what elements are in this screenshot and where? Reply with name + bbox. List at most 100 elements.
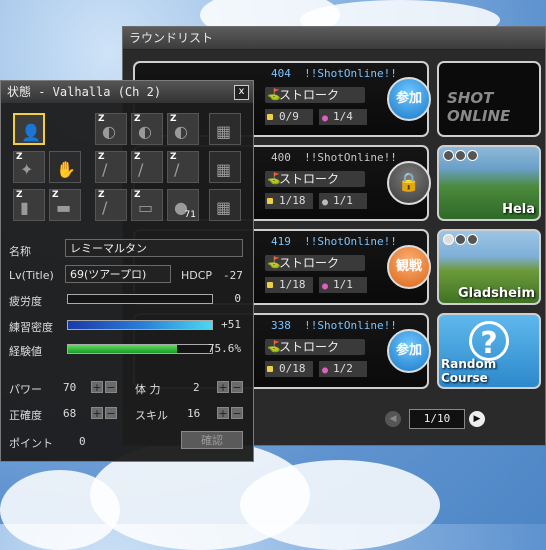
item-icon: ◐ <box>138 122 152 141</box>
hdcp-label: HDCP <box>181 269 213 282</box>
game-mode: ⛳ ストローク <box>265 87 365 103</box>
item-icon: ▦ <box>216 198 232 217</box>
item-icon: ▭ <box>138 198 154 217</box>
item-icon: 👤 <box>21 123 41 142</box>
practice-bar <box>67 320 213 330</box>
shot-online-logo: SHOT ONLINE <box>447 89 511 125</box>
accuracy-minus-button[interactable]: − <box>105 407 117 420</box>
player-count: ● 1/1 <box>319 193 367 209</box>
equipment-slot[interactable]: Z ✦ <box>13 151 45 183</box>
close-button[interactable]: x <box>234 85 249 100</box>
game-mode: ⛳ ストローク <box>265 171 365 187</box>
course-hela[interactable]: Hela <box>437 145 541 221</box>
equipment-slot[interactable]: ▦ <box>209 189 241 221</box>
join-button[interactable]: 参加 <box>387 329 431 373</box>
flag-icon <box>267 114 273 120</box>
confirm-button[interactable]: 確認 <box>181 431 243 449</box>
item-icon: ▦ <box>216 160 232 179</box>
skill-minus-button[interactable]: − <box>231 407 243 420</box>
item-icon: / <box>138 160 144 179</box>
skill-label: スキル <box>135 409 168 422</box>
item-icon: ✋ <box>56 160 76 179</box>
room-number: 419 !!ShotOnline!! <box>271 235 397 248</box>
equipment-slot[interactable]: Z / <box>95 189 127 221</box>
next-page-button[interactable]: ▶ <box>469 411 485 427</box>
equipment-slot[interactable]: Z / <box>95 151 127 183</box>
equipment-slot[interactable]: 👤 <box>13 113 45 145</box>
course-name: Hela <box>502 202 535 217</box>
player-icon: ● <box>322 365 329 376</box>
equipment-slot[interactable]: ▦ <box>209 151 241 183</box>
holes-count: 0/18 <box>265 361 313 377</box>
equipment-slot[interactable]: Z ◐ <box>167 113 199 145</box>
item-icon: ◐ <box>174 122 188 141</box>
item-icon: / <box>174 160 180 179</box>
flag-icon <box>267 366 273 372</box>
player-icon: ● <box>322 281 329 292</box>
item-icon: ▦ <box>216 122 232 141</box>
prev-page-button[interactable]: ◀ <box>385 411 401 427</box>
points-value: 0 <box>79 435 86 448</box>
status-window: 状態 - Valhalla (Ch 2) x 👤 Z ◐ Z ◐ Z ◐ ▦ Z ✦ ✋ Z / Z / Z /… <box>0 80 254 462</box>
player-count: ● 1/2 <box>319 361 367 377</box>
stamina-minus-button[interactable]: − <box>231 381 243 394</box>
watch-button[interactable]: 観戦 <box>387 245 431 289</box>
name-label: 名称 <box>9 245 31 258</box>
item-icon: / <box>102 160 108 179</box>
item-icon: ▬ <box>56 198 72 217</box>
course-random[interactable]: ? Random Course <box>437 313 541 389</box>
points-label: ポイント <box>9 437 53 450</box>
equipment-slot[interactable]: Z ▮ <box>13 189 45 221</box>
practice-value: +51 <box>221 318 241 331</box>
page-indicator: 1/10 <box>409 409 465 429</box>
exp-bar <box>67 344 213 354</box>
stamina-value: 2 <box>193 381 200 394</box>
status-title: 状態 - Valhalla (Ch 2) <box>1 81 253 103</box>
item-icon: ▮ <box>20 198 29 217</box>
lock-icon: 🔒 <box>397 172 421 193</box>
name-field: レミーマルタン <box>65 239 243 257</box>
room-number: 400 !!ShotOnline!! <box>271 151 397 164</box>
room-number: 404 !!ShotOnline!! <box>271 67 397 80</box>
equipment-slot[interactable]: Z / <box>131 151 163 183</box>
power-value: 70 <box>63 381 77 394</box>
stamina-label: 体 力 <box>135 383 161 396</box>
equipment-slot[interactable]: Z ◐ <box>131 113 163 145</box>
equipment-slot[interactable]: Z ◐ <box>95 113 127 145</box>
equipment-slot[interactable]: ● 71 <box>167 189 199 221</box>
golfer-icon: ⛳ <box>267 172 281 185</box>
skill-plus-button[interactable]: + <box>217 407 229 420</box>
fatigue-value: 0 <box>234 292 241 305</box>
course-logo-shotonline[interactable]: SHOT ONLINE <box>437 61 541 137</box>
equipment-slot[interactable]: ▦ <box>209 113 241 145</box>
golfer-icon: ⛳ <box>267 88 281 101</box>
accuracy-value: 68 <box>63 407 77 420</box>
hole-indicator <box>443 150 479 164</box>
equipment-slot[interactable]: Z / <box>167 151 199 183</box>
course-gladsheim[interactable]: Gladsheim <box>437 229 541 305</box>
item-icon: / <box>102 198 108 217</box>
game-mode: ⛳ ストローク <box>265 255 365 271</box>
equipment-slot[interactable]: Z ▭ <box>131 189 163 221</box>
stamina-plus-button[interactable]: + <box>217 381 229 394</box>
round-list-title: ラウンドリスト <box>123 27 545 50</box>
power-plus-button[interactable]: + <box>91 381 103 394</box>
player-icon: ● <box>322 197 329 208</box>
golfer-icon: ⛳ <box>267 256 281 269</box>
item-count: 71 <box>184 210 196 220</box>
power-minus-button[interactable]: − <box>105 381 117 394</box>
level-field: 69(ツアープロ) <box>65 265 171 283</box>
level-label: Lv(Title) <box>9 269 54 282</box>
equipment-slot[interactable]: ✋ <box>49 151 81 183</box>
accuracy-plus-button[interactable]: + <box>91 407 103 420</box>
hole-indicator <box>443 234 479 248</box>
fatigue-bar <box>67 294 213 304</box>
join-button[interactable]: 参加 <box>387 77 431 121</box>
locked-room-button[interactable]: 🔒 <box>387 161 431 205</box>
room-number: 338 !!ShotOnline!! <box>271 319 397 332</box>
holes-count: 1/18 <box>265 277 313 293</box>
game-mode: ⛳ ストローク <box>265 339 365 355</box>
power-label: パワー <box>9 383 42 396</box>
cloud <box>240 460 440 550</box>
equipment-slot[interactable]: Z ▬ <box>49 189 81 221</box>
